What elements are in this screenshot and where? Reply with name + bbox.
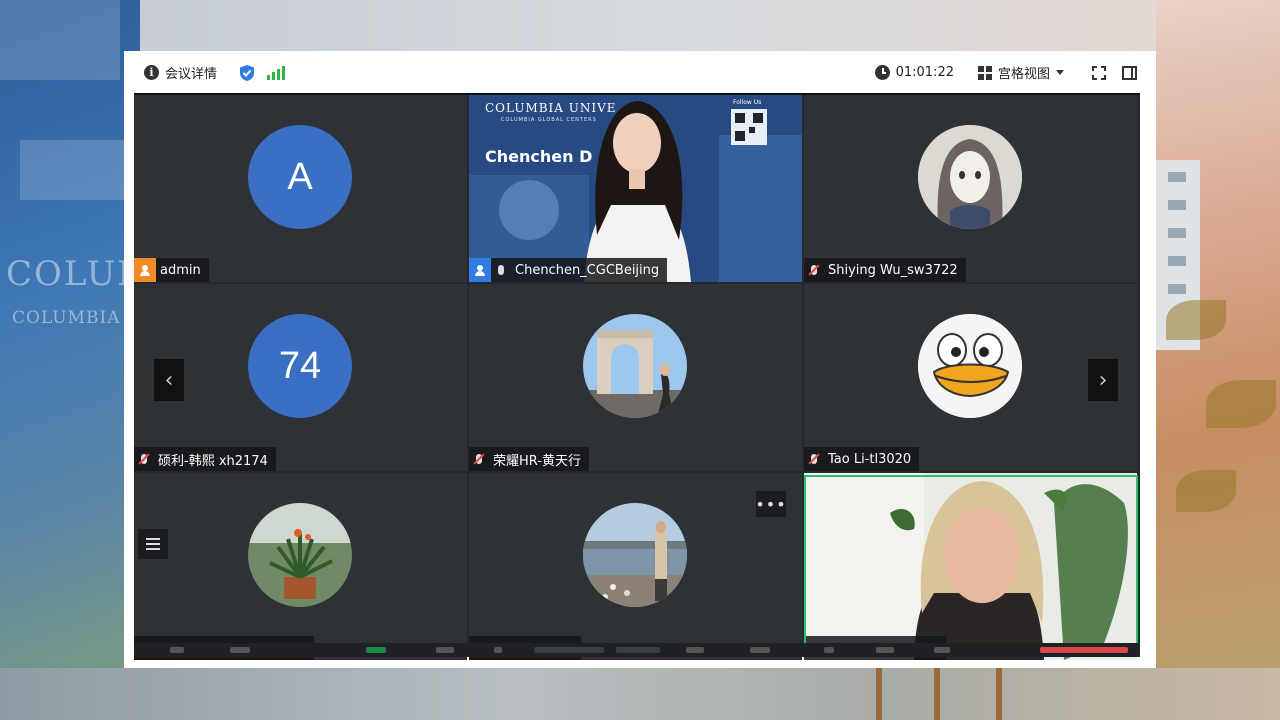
avatar (248, 503, 352, 607)
fullscreen-icon[interactable] (1092, 65, 1106, 80)
view-mode-dropdown[interactable]: 宫格视图 (998, 63, 1050, 82)
avatar (583, 503, 687, 607)
avatar (583, 314, 687, 418)
participant-tile[interactable] (469, 473, 802, 660)
apps-icon[interactable] (750, 647, 770, 653)
microphone-muted-icon (134, 447, 154, 471)
participant-name: admin (160, 262, 201, 278)
video-feed (469, 95, 802, 282)
video-overlay-university: COLUMBIA UNIVE (485, 101, 617, 115)
participant-tile[interactable]: Shiying Wu_sw3722 (804, 95, 1137, 282)
grid-view-icon[interactable] (977, 65, 992, 80)
record-icon[interactable] (686, 647, 704, 653)
participant-tile[interactable] (804, 473, 1137, 660)
background-floor (0, 668, 1280, 720)
background-sign-small: COLUMBIA (12, 308, 121, 328)
background-ceiling (140, 0, 1280, 52)
sidebar-toggle-icon[interactable] (1122, 65, 1137, 80)
menu-icon[interactable] (138, 529, 168, 559)
share-screen-icon[interactable] (366, 647, 386, 653)
background-left-wall: COLUM COLUMBIA (0, 0, 152, 720)
topbar-right: 01:01:22 宫格视图 (874, 63, 1156, 82)
microphone-muted-icon (469, 447, 489, 471)
video-grid: A admin COLUMBIA UNIVE COLUMBIA GLOBAL C… (134, 93, 1140, 660)
microphone-muted-icon (804, 447, 824, 471)
participants-button[interactable] (534, 647, 604, 653)
avatar: 74 (248, 314, 352, 418)
chat-button[interactable] (616, 647, 660, 653)
participant-tile[interactable]: 荣耀HR-黄天行 (469, 284, 802, 471)
participant-tile[interactable]: A admin (134, 95, 467, 282)
info-icon[interactable]: i (144, 65, 159, 80)
chevron-down-icon[interactable] (1056, 70, 1064, 75)
participant-name: Shiying Wu_sw3722 (828, 262, 958, 278)
meeting-window: i 会议详情 01:01:22 宫格视图 A admin COLUMBIA UN… (124, 51, 1156, 668)
participant-nametag: Chenchen_CGCBeijing (469, 258, 668, 282)
participant-name: Chenchen_CGCBeijing (515, 262, 660, 278)
host-icon (134, 258, 156, 282)
participant-name: 硕利-韩熙 xh2174 (158, 453, 268, 469)
next-page-button[interactable]: › (1088, 359, 1118, 401)
video-overlay-subtitle: COLUMBIA GLOBAL CENTERS (501, 117, 597, 123)
invite-icon[interactable] (494, 647, 502, 653)
topbar-left: i 会议详情 (144, 63, 286, 82)
meeting-timer: 01:01:22 (895, 65, 954, 80)
participant-tile[interactable] (134, 473, 467, 660)
participant-nametag: Tao Li-tl3020 (804, 447, 920, 471)
participant-nametag: 荣耀HR-黄天行 (469, 447, 589, 471)
participant-name: 荣耀HR-黄天行 (493, 453, 581, 469)
microphone-icon (491, 258, 511, 282)
avatar: A (248, 125, 352, 229)
meeting-topbar: i 会议详情 01:01:22 宫格视图 (124, 51, 1156, 95)
video-overlay-follow: Follow Us (733, 99, 762, 106)
avatar (918, 314, 1022, 418)
security-icon[interactable] (436, 647, 454, 653)
participant-nametag: Shiying Wu_sw3722 (804, 258, 966, 282)
avatar (918, 125, 1022, 229)
participant-nametag: admin (134, 258, 209, 282)
participant-name: Tao Li-tl3020 (828, 451, 912, 467)
chair-leg (876, 668, 882, 720)
cohost-icon (469, 258, 491, 282)
network-signal-icon[interactable] (267, 65, 286, 80)
clock-icon (874, 65, 890, 80)
chair-leg (934, 668, 940, 720)
chair-leg (996, 668, 1002, 720)
participant-nametag: 硕利-韩熙 xh2174 (134, 447, 276, 471)
participant-tile[interactable]: COLUMBIA UNIVE COLUMBIA GLOBAL CENTERS C… (469, 95, 802, 282)
bottom-toolbar (134, 643, 1140, 657)
mute-icon[interactable] (170, 647, 184, 653)
background-right-wall (1156, 0, 1280, 720)
video-icon[interactable] (230, 647, 250, 653)
end-meeting-button[interactable] (1040, 647, 1128, 653)
microphone-muted-icon (804, 258, 824, 282)
previous-page-button[interactable]: ‹ (154, 359, 184, 401)
reactions-icon[interactable] (824, 647, 834, 653)
meeting-info-button[interactable]: 会议详情 (165, 63, 217, 82)
video-overlay-banner: Chenchen D (485, 147, 593, 166)
video-feed (804, 473, 1137, 660)
breakout-icon[interactable] (876, 647, 894, 653)
security-shield-icon[interactable] (239, 64, 255, 82)
settings-icon[interactable] (934, 647, 950, 653)
more-icon[interactable]: ••• (755, 491, 786, 517)
